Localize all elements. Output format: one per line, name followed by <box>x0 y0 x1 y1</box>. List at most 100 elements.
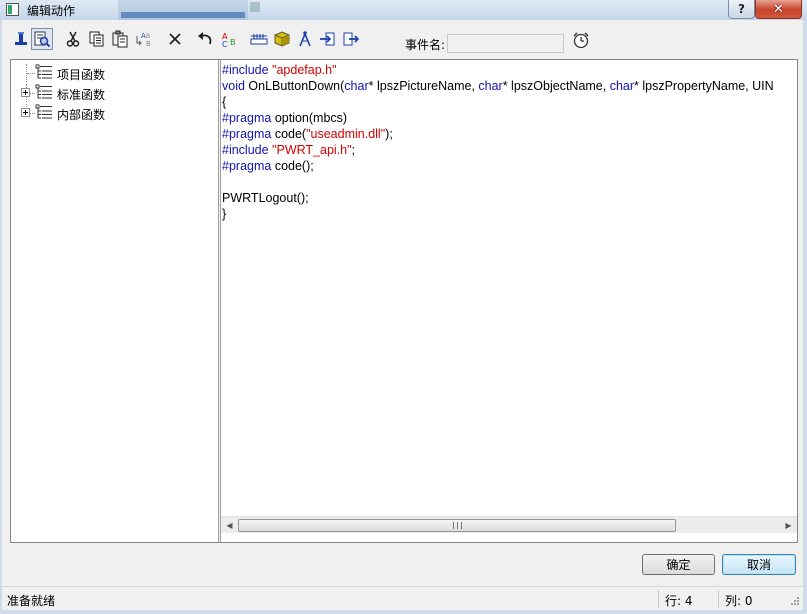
tree-node[interactable]: 标准函数 <box>11 84 211 102</box>
scroll-left-icon[interactable]: ◀ <box>221 517 238 534</box>
cancel-button[interactable]: 取消 <box>722 554 796 575</box>
cut-button[interactable] <box>62 28 84 50</box>
find-icon <box>34 31 51 48</box>
svg-text:C: C <box>222 40 228 48</box>
resize-grip-icon[interactable] <box>788 596 800 608</box>
replace-icon: A BB <box>136 32 151 48</box>
tree-node[interactable]: 内部函数 <box>11 104 211 122</box>
ok-button[interactable]: 确定 <box>642 554 715 575</box>
code-editor[interactable]: #include "apdefap.h" void OnLButtonDown(c… <box>221 60 797 542</box>
scroll-grip-icon <box>452 522 462 529</box>
cube-button[interactable] <box>271 28 293 50</box>
function-tree[interactable]: 项目函数标准函数内部函数 <box>11 60 218 542</box>
background-window-ghost-bar <box>121 12 245 18</box>
find-button[interactable] <box>31 28 53 50</box>
undo-button[interactable] <box>194 28 216 50</box>
close-button[interactable]: ✕ <box>755 0 802 19</box>
code-line: #pragma code(); <box>221 158 797 174</box>
code-keyword: char <box>344 79 369 93</box>
event-name-field[interactable] <box>447 34 564 53</box>
code-keyword: #include <box>222 63 273 77</box>
export-button[interactable] <box>340 28 362 50</box>
code-line: #pragma option(mbcs) <box>221 110 797 126</box>
horizontal-scrollbar[interactable]: ◀ ▶ <box>221 516 797 533</box>
code-keyword: #pragma <box>222 111 272 125</box>
copy-icon <box>89 31 104 47</box>
code-text: ; <box>351 143 356 157</box>
code-text: * lpszPropertyName, UIN <box>634 79 774 93</box>
delete-icon <box>169 33 181 45</box>
code-line: #include "apdefap.h" <box>221 62 797 78</box>
code-text: } <box>222 207 227 221</box>
code-text: option(mbcs) <box>271 111 348 125</box>
tree-node-label: 标准函数 <box>57 88 106 102</box>
function-button[interactable] <box>10 28 32 50</box>
function-group-icon <box>35 104 52 119</box>
expand-icon[interactable] <box>21 108 30 117</box>
function-group-icon <box>35 64 52 79</box>
app-icon <box>6 3 19 16</box>
code-keyword: char <box>478 79 503 93</box>
export-icon <box>343 32 360 46</box>
code-string: "useadmin.dll" <box>306 127 386 141</box>
background-window-ghost-icon <box>250 2 260 12</box>
status-divider <box>718 590 719 608</box>
code-text: * lpszObjectName, <box>502 79 610 93</box>
code-text: code(); <box>271 159 314 173</box>
row-indicator: 行: 4 <box>665 594 693 608</box>
delete-button[interactable] <box>164 28 186 50</box>
undo-icon <box>198 32 212 45</box>
expand-icon[interactable] <box>21 88 30 97</box>
scroll-thumb[interactable] <box>238 519 676 532</box>
code-line: #include "PWRT_api.h"; <box>221 142 797 158</box>
code-line: void OnLButtonDown(char* lpszPictureName… <box>221 78 797 94</box>
alarm-clock-button[interactable] <box>571 30 591 50</box>
status-divider <box>658 590 659 608</box>
compass-icon <box>299 31 311 47</box>
code-string: "apdefap.h" <box>272 63 337 77</box>
cube-icon <box>274 31 290 47</box>
code-line: #pragma code("useadmin.dll"); <box>221 126 797 142</box>
code-text: * lpszPictureName, <box>368 79 479 93</box>
alarm-clock-icon <box>573 32 589 49</box>
code-keyword: #pragma <box>222 127 272 141</box>
close-icon: ✕ <box>773 1 784 17</box>
ruler-icon <box>250 34 268 45</box>
code-keyword: #pragma <box>222 159 272 173</box>
code-text: code( <box>271 127 307 141</box>
function-icon <box>15 32 27 45</box>
function-group-icon <box>35 84 52 99</box>
editor-frame: 项目函数 标准函数 内部函数 #include "apdefap.h" void On… <box>10 59 798 543</box>
copy-button[interactable] <box>86 28 108 50</box>
code-area[interactable]: #include "apdefap.h" void OnLButtonDown(c… <box>221 62 797 517</box>
dialog-body: ABB ACB 事件名: 项目函数 标准函数 内部函数 #include "ap… <box>2 20 803 610</box>
scroll-right-icon[interactable]: ▶ <box>780 517 797 534</box>
code-keyword: void <box>222 79 245 93</box>
spellcheck-button[interactable]: ACB <box>218 28 240 50</box>
column-indicator: 列: 0 <box>725 594 753 608</box>
status-bar: 准备就绪 行: 4 列: 0 <box>2 586 803 610</box>
code-text: ); <box>385 127 393 141</box>
code-line: PWRTLogout(); <box>221 190 797 206</box>
paste-icon <box>112 30 128 48</box>
paste-button[interactable] <box>109 28 131 50</box>
insert-button[interactable] <box>316 28 338 50</box>
code-line: } <box>221 206 797 222</box>
code-string: "PWRT_api.h" <box>272 143 352 157</box>
insert-icon <box>320 32 335 46</box>
tree-node-label: 项目函数 <box>57 68 106 82</box>
code-text: { <box>222 95 227 109</box>
help-button[interactable]: ? <box>728 0 755 19</box>
code-keyword: #include <box>222 143 273 157</box>
compass-button[interactable] <box>294 28 316 50</box>
svg-text:B: B <box>146 33 150 40</box>
code-text: OnLButtonDown( <box>244 79 345 93</box>
event-name-label: 事件名: <box>405 38 446 52</box>
tree-node-label: 内部函数 <box>57 108 106 122</box>
code-line: { <box>221 94 797 110</box>
replace-button[interactable]: ABB <box>132 28 154 50</box>
tree-node[interactable]: 项目函数 <box>11 64 211 82</box>
ruler-button[interactable] <box>248 28 270 50</box>
cut-icon <box>66 31 80 47</box>
